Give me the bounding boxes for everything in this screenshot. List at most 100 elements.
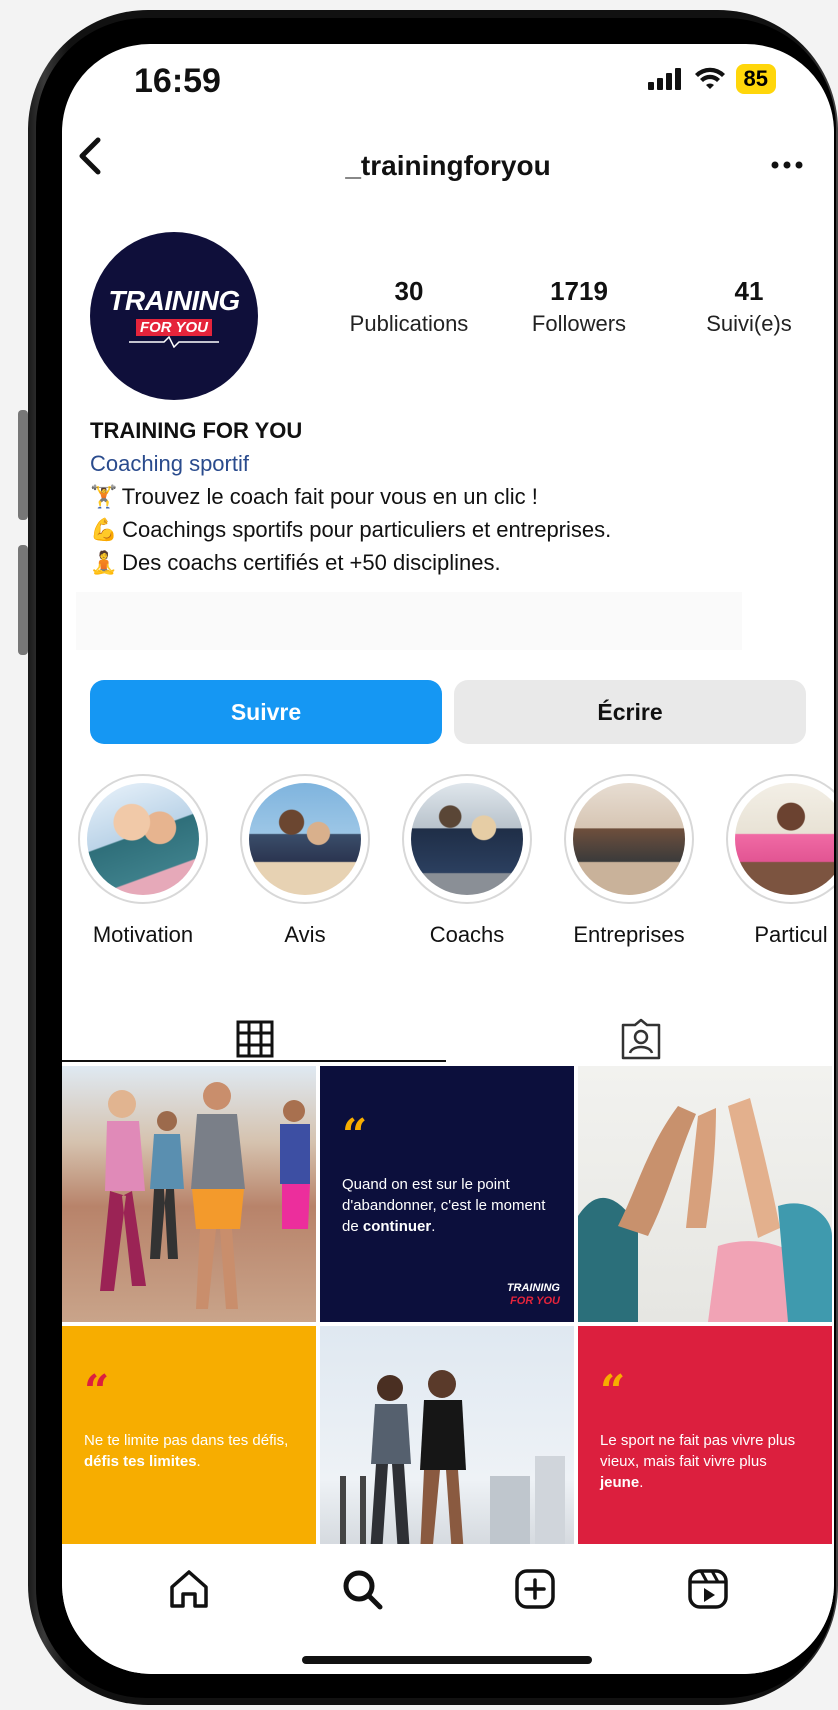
avatar-logo-subtitle: FOR YOU: [135, 318, 213, 336]
highlight-particuliers[interactable]: Particul: [710, 774, 834, 948]
post-quote-navy[interactable]: “ Quand on est sur le point d'abandonner…: [320, 1066, 574, 1322]
wifi-icon: [694, 67, 725, 89]
screen: 16:59 85 _trainingforyou TRAINING FOR YO…: [62, 44, 834, 1674]
quote-text-part: .: [196, 1453, 201, 1470]
highlight-image: [573, 783, 685, 895]
stat-label: Suivi(e)s: [706, 311, 792, 336]
status-time: 16:59: [134, 62, 221, 100]
stat-value: 1719: [550, 276, 608, 306]
highlight-ring: [402, 774, 532, 904]
tab-tagged[interactable]: [448, 1004, 834, 1074]
story-highlights: Motivation Avis Coachs Entreprises Parti…: [62, 774, 834, 948]
active-tab-indicator: [62, 1060, 446, 1062]
stat-value: 30: [394, 276, 424, 306]
stat-value: 41: [734, 276, 764, 306]
high-five-illustration: [578, 1098, 832, 1322]
bio-line-text: Trouvez le coach fait pour vous en un cl…: [121, 484, 538, 509]
home-icon: [169, 1570, 208, 1608]
nav-search[interactable]: [322, 1544, 402, 1634]
highlight-ring: [78, 774, 208, 904]
highlight-label: Avis: [284, 922, 326, 947]
quote-text-bold: jeune: [600, 1474, 640, 1491]
runners-illustration: [100, 1082, 310, 1309]
highlight-coachs[interactable]: Coachs: [386, 774, 548, 948]
highlight-ring: [564, 774, 694, 904]
volume-up-button: [18, 410, 28, 520]
quote-text-part: Ne te limite pas dans tes défis,: [84, 1432, 289, 1449]
quote-text-part: .: [639, 1474, 644, 1491]
highlight-motivation[interactable]: Motivation: [62, 774, 224, 948]
quote-text-part: Le sport ne fait pas vivre plus vieux, m…: [600, 1432, 796, 1470]
quote-mark-icon: “: [600, 1366, 626, 1417]
bio-category[interactable]: Coaching sportif: [90, 447, 804, 480]
bio-line-text: Des coachs certifiés et +50 disciplines.: [122, 550, 501, 575]
post-logo-line1: TRAINING: [506, 1282, 560, 1294]
stat-label: Followers: [531, 311, 627, 336]
search-icon: [343, 1570, 382, 1610]
home-indicator: [302, 1656, 592, 1664]
avatar-logo-title: TRAINING: [108, 284, 240, 316]
weightlifter-icon: 🏋: [90, 484, 118, 509]
highlight-image: [411, 783, 523, 895]
nav-home[interactable]: [149, 1544, 229, 1634]
highlight-label: Motivation: [92, 922, 194, 947]
tagged-person-icon: [621, 1018, 661, 1060]
status-icons: 85: [647, 64, 776, 94]
bio-line: 🏋 Trouvez le coach fait pour vous en un …: [90, 480, 804, 513]
signal-icon: [647, 68, 681, 90]
profile-tabs: [62, 1004, 834, 1074]
tab-posts-grid[interactable]: [62, 1004, 448, 1074]
avatar-logo-subtitle-text: FOR YOU: [135, 318, 213, 336]
post-logo: TRAINING FOR YOU: [507, 1282, 560, 1308]
highlight-image: [249, 783, 361, 895]
flexed-biceps-icon: 💪: [90, 517, 118, 542]
bio-line: 💪 Coachings sportifs pour particuliers e…: [90, 513, 804, 546]
grid-icon: [236, 1020, 274, 1058]
highlight-label: Entreprises: [573, 922, 685, 947]
heartbeat-line-icon: [129, 335, 219, 348]
add-post-icon: [514, 1569, 555, 1609]
highlight-label: Coachs: [429, 922, 505, 947]
stat-following[interactable]: 41 Suivi(e)s: [664, 276, 834, 337]
bio-line-text: Coachings sportifs pour particuliers et …: [122, 517, 612, 542]
reels-icon: [687, 1569, 728, 1609]
highlight-label: Particul: [754, 922, 828, 947]
post-logo-line2: FOR YOU: [510, 1295, 560, 1307]
highlight-image: [87, 783, 199, 895]
stat-label: Publications: [349, 311, 469, 336]
post-quote-text: Quand on est sur le point d'abandonner, …: [342, 1174, 556, 1237]
posts-grid: “ Quand on est sur le point d'abandonner…: [62, 1066, 834, 1582]
profile-bio: TRAINING FOR YOU Coaching sportif 🏋 Trou…: [90, 414, 804, 579]
post-quote-text: Le sport ne fait pas vivre plus vieux, m…: [600, 1430, 814, 1493]
highlight-ring: [726, 774, 834, 904]
profile-stats: 30 Publications 1719 Followers 41 Suivi(…: [324, 276, 834, 337]
nav-create[interactable]: [495, 1544, 575, 1634]
highlight-ring: [240, 774, 370, 904]
battery-indicator: 85: [735, 64, 776, 94]
quote-mark-icon: “: [84, 1366, 110, 1417]
message-button[interactable]: Écrire: [454, 680, 806, 744]
more-options-icon[interactable]: [770, 144, 804, 178]
profile-username: _trainingforyou: [345, 150, 551, 181]
quote-text-bold: continuer: [362, 1218, 432, 1235]
bio-display-name: TRAINING FOR YOU: [90, 418, 303, 443]
yoga-person-icon: 🧘: [90, 550, 118, 575]
quote-text-bold: défis tes limites: [84, 1453, 197, 1470]
highlight-entreprises[interactable]: Entreprises: [548, 774, 710, 948]
highlight-avis[interactable]: Avis: [224, 774, 386, 948]
volume-down-button: [18, 545, 28, 655]
quote-text-part: .: [431, 1218, 436, 1235]
post-runners-photo[interactable]: [62, 1066, 316, 1322]
quote-mark-icon: “: [342, 1110, 368, 1161]
bio-line: 🧘 Des coachs certifiés et +50 discipline…: [90, 546, 804, 579]
nav-reels[interactable]: [668, 1544, 748, 1634]
profile-avatar[interactable]: TRAINING FOR YOU: [90, 232, 258, 400]
post-quote-text: Ne te limite pas dans tes défis, défis t…: [84, 1430, 298, 1472]
highlight-image: [735, 783, 834, 895]
follow-button[interactable]: Suivre: [90, 680, 442, 744]
stat-followers[interactable]: 1719 Followers: [494, 276, 664, 337]
post-high-five-photo[interactable]: [578, 1066, 832, 1322]
bottom-navigation: [62, 1544, 834, 1674]
blank-area: [76, 592, 742, 650]
stat-publications[interactable]: 30 Publications: [324, 276, 494, 337]
